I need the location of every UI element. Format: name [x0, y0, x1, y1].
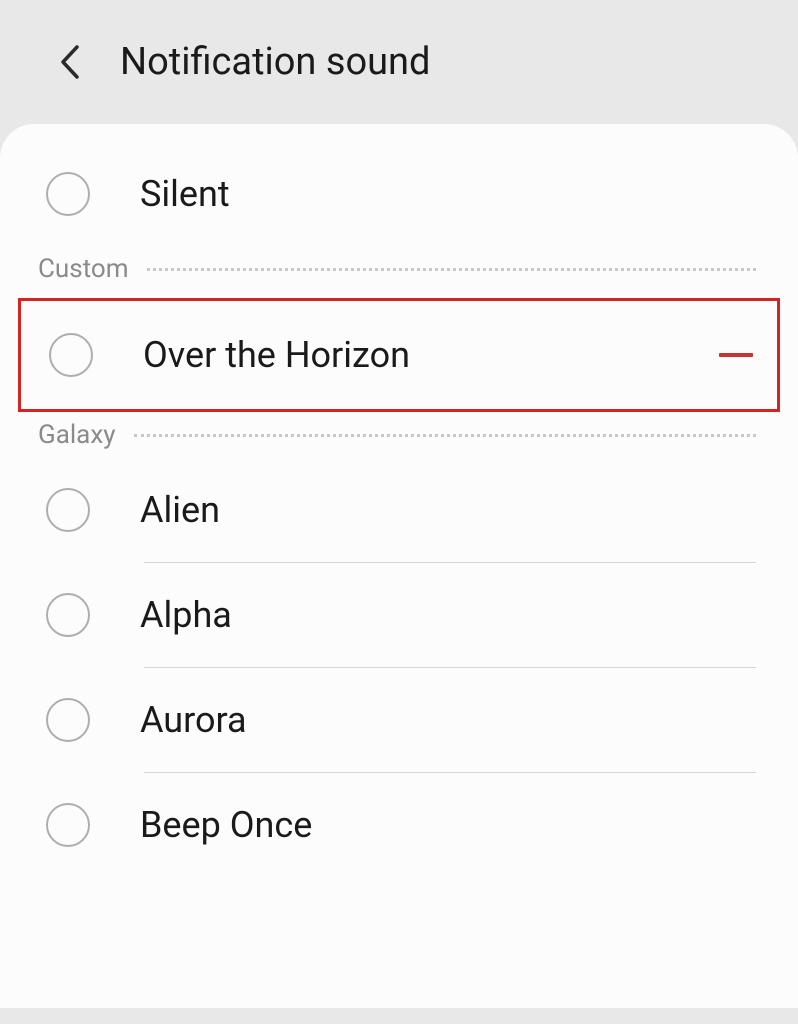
radio-icon[interactable]: [46, 698, 90, 742]
back-icon[interactable]: [56, 44, 84, 80]
sound-label: Silent: [140, 173, 756, 215]
sound-item-alpha[interactable]: Alpha: [0, 563, 798, 667]
divider: [147, 268, 756, 271]
sound-item-over-the-horizon[interactable]: Over the Horizon: [18, 298, 780, 412]
sound-item-aurora[interactable]: Aurora: [0, 668, 798, 772]
radio-icon[interactable]: [46, 488, 90, 532]
header: Notification sound: [0, 0, 798, 124]
sound-label: Over the Horizon: [143, 334, 669, 376]
section-header-galaxy: Galaxy: [0, 420, 798, 458]
sound-label: Aurora: [140, 699, 756, 741]
radio-icon[interactable]: [46, 172, 90, 216]
content-panel: Silent Custom Over the Horizon Galaxy Al…: [0, 124, 798, 1008]
section-label: Galaxy: [38, 420, 116, 450]
sound-item-silent[interactable]: Silent: [0, 142, 798, 246]
radio-icon[interactable]: [49, 333, 93, 377]
page-title: Notification sound: [120, 40, 430, 84]
sound-item-alien[interactable]: Alien: [0, 458, 798, 562]
divider: [134, 434, 756, 437]
sound-label: Alpha: [140, 594, 756, 636]
sound-label: Beep Once: [140, 804, 756, 846]
sound-item-beep-once[interactable]: Beep Once: [0, 773, 798, 877]
radio-icon[interactable]: [46, 593, 90, 637]
section-label: Custom: [38, 254, 129, 284]
radio-icon[interactable]: [46, 803, 90, 847]
sound-label: Alien: [140, 489, 756, 531]
section-header-custom: Custom: [0, 254, 798, 292]
minus-icon[interactable]: [719, 353, 753, 357]
